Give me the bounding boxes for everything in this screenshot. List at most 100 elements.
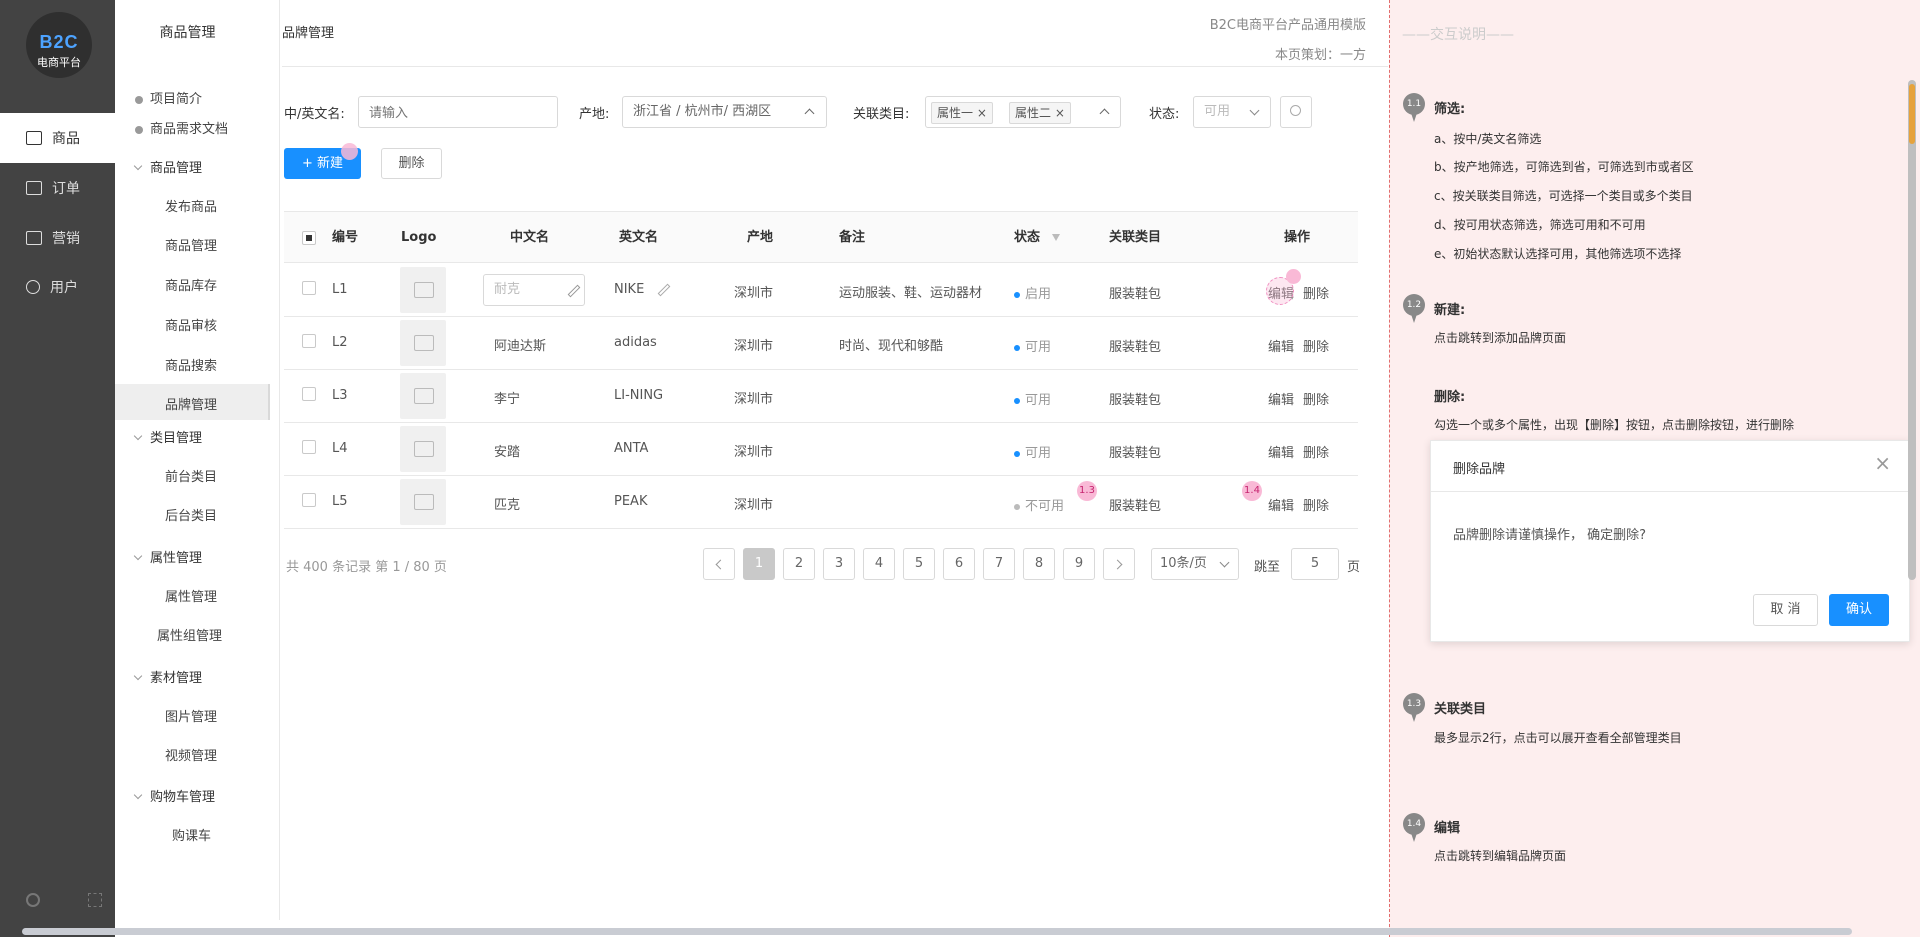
nav-item-marketing[interactable]: 营销 [0, 213, 115, 263]
category-multiselect[interactable]: 属性一 × 属性二 × [925, 96, 1121, 128]
sidebar-item-stock[interactable]: 商品库存 [165, 275, 217, 294]
sidebar-item-attribute-group[interactable]: 属性组管理 [157, 625, 222, 644]
row-checkbox[interactable] [302, 440, 316, 454]
annotation-pin-1-4: 1.4 [1242, 481, 1262, 501]
page-button[interactable]: 1 [743, 548, 775, 580]
row-checkbox[interactable] [302, 281, 316, 295]
edit-link[interactable]: 编辑 [1268, 336, 1294, 355]
jump-page-input[interactable]: 5 [1291, 548, 1339, 580]
sidebar-item-front-category[interactable]: 前台类目 [165, 466, 217, 485]
row-checkbox[interactable] [302, 387, 316, 401]
page-button[interactable]: 8 [1023, 548, 1055, 580]
row-checkbox[interactable] [302, 334, 316, 348]
notification-icon[interactable] [26, 893, 40, 907]
row-checkbox[interactable] [302, 493, 316, 507]
fullscreen-icon[interactable] [88, 893, 102, 907]
brand-en-name: LI-NING [614, 388, 664, 403]
confirm-button[interactable]: 确认 [1829, 594, 1889, 626]
sidebar-group-attribute[interactable]: 属性管理 [133, 547, 202, 566]
delete-link[interactable]: 删除 [1303, 389, 1329, 408]
brand-category[interactable]: 服装鞋包 [1109, 283, 1161, 302]
jump-label: 跳至 [1254, 560, 1281, 575]
note-line: a、按中/英文名筛选 [1434, 132, 1542, 146]
brand-category[interactable]: 服装鞋包 [1109, 336, 1161, 355]
image-icon [400, 373, 446, 419]
nav-item-users[interactable]: 用户 [0, 262, 115, 312]
sidebar-group-category[interactable]: 类目管理 [133, 427, 202, 446]
origin-cascader[interactable]: 浙江省 / 杭州市/ 西湖区 [622, 96, 827, 128]
sidebar-item-goods-manage[interactable]: 商品管理 [165, 235, 217, 254]
sidebar-item-back-category[interactable]: 后台类目 [165, 505, 217, 524]
chevron-down-icon [1219, 557, 1230, 568]
brand-id: L2 [332, 335, 348, 350]
page-button[interactable]: 3 [823, 548, 855, 580]
select-all-checkbox[interactable] [302, 231, 316, 245]
sidebar-item-brand[interactable]: 品牌管理 [165, 394, 217, 413]
horizontal-scrollbar[interactable] [22, 928, 1852, 935]
page-button[interactable]: 6 [943, 548, 975, 580]
page-button[interactable]: 7 [983, 548, 1015, 580]
page-button[interactable]: 4 [863, 548, 895, 580]
edit-link[interactable]: 编辑 [1268, 442, 1294, 461]
pagination-summary: 共 400 条记录 第 1 / 80 页 [286, 560, 447, 575]
delete-link[interactable]: 删除 [1303, 336, 1329, 355]
brand-category[interactable]: 服装鞋包 [1109, 442, 1161, 461]
sidebar-group-goods[interactable]: 商品管理 [133, 157, 202, 176]
filter-icon[interactable] [1052, 234, 1060, 241]
chevron-down-icon [1249, 105, 1260, 116]
edit-icon[interactable] [657, 283, 671, 297]
delete-link[interactable]: 删除 [1303, 442, 1329, 461]
sidebar-link-intro[interactable]: 项目简介 [135, 88, 202, 107]
page-button[interactable]: 9 [1063, 548, 1095, 580]
sidebar-item-publish[interactable]: 发布商品 [165, 196, 217, 215]
chevron-down-icon [133, 161, 143, 171]
sidebar-item-audit[interactable]: 商品审核 [165, 315, 217, 334]
vertical-scrollbar[interactable] [1908, 80, 1916, 580]
table-row: L3 李宁 LI-NING 深圳市 可用 服装鞋包 编辑 删除 [284, 370, 1358, 422]
app-logo: B2C 电商平台 [26, 12, 92, 78]
close-icon[interactable]: × [1055, 106, 1065, 120]
page-header: 品牌管理 B2C电商平台产品通用模版 本页策划：一方 [282, 0, 1388, 67]
sidebar-link-prd[interactable]: 商品需求文档 [135, 118, 228, 137]
brand-table: 编号 Logo 中文名 英文名 产地 备注 状态 关联类目 操作 L1 耐克 N… [284, 211, 1358, 531]
page-button[interactable]: 5 [903, 548, 935, 580]
search-button[interactable] [1280, 96, 1312, 128]
page-size-select[interactable]: 10条/页 [1151, 548, 1239, 580]
note-title: 新建: [1434, 303, 1466, 318]
chevron-down-icon [133, 431, 143, 441]
nav-item-orders[interactable]: 订单 [0, 163, 115, 213]
sidebar-item-videos[interactable]: 视频管理 [165, 745, 217, 764]
edit-link[interactable]: 编辑 [1268, 389, 1294, 408]
sidebar-item-search[interactable]: 商品搜索 [165, 355, 217, 374]
note-pin: 1.3 [1403, 693, 1425, 722]
page-button[interactable]: 2 [783, 548, 815, 580]
user-icon [26, 280, 40, 294]
chevron-up-icon [1099, 108, 1110, 119]
note-line: e、初始状态默认选择可用，其他筛选项不选择 [1434, 247, 1682, 261]
delete-link[interactable]: 删除 [1303, 495, 1329, 514]
sidebar-group-cart[interactable]: 购物车管理 [133, 786, 215, 805]
edit-link[interactable]: 编辑 [1268, 495, 1294, 514]
note-line: c、按关联类目筛选，可选择一个类目或多个类目 [1434, 189, 1693, 203]
cn-name-placeholder: 耐克 [494, 282, 521, 297]
brand-category[interactable]: 服装鞋包 [1109, 495, 1161, 514]
delete-button[interactable]: 删除 [381, 148, 442, 179]
delete-link[interactable]: 删除 [1303, 283, 1329, 302]
cancel-button[interactable]: 取 消 [1753, 594, 1818, 626]
sidebar-item-attribute[interactable]: 属性管理 [165, 586, 217, 605]
scrollbar-thumb[interactable] [1909, 84, 1915, 144]
sidebar-item-cart[interactable]: 购课车 [172, 825, 211, 844]
sidebar-item-images[interactable]: 图片管理 [165, 706, 217, 725]
status-select[interactable]: 可用 [1193, 96, 1271, 128]
prev-page-button[interactable] [703, 548, 735, 580]
search-icon [1290, 105, 1301, 116]
next-page-button[interactable] [1103, 548, 1135, 580]
nav-item-goods[interactable]: 商品 [0, 113, 115, 163]
close-icon[interactable]: × [1874, 453, 1891, 473]
sidebar-group-material[interactable]: 素材管理 [133, 667, 202, 686]
cn-name-input[interactable]: 耐克 [483, 274, 585, 306]
brand-category[interactable]: 服装鞋包 [1109, 389, 1161, 408]
column-header: 编号 [332, 230, 359, 245]
name-search-input[interactable] [358, 96, 558, 128]
close-icon[interactable]: × [977, 106, 987, 120]
